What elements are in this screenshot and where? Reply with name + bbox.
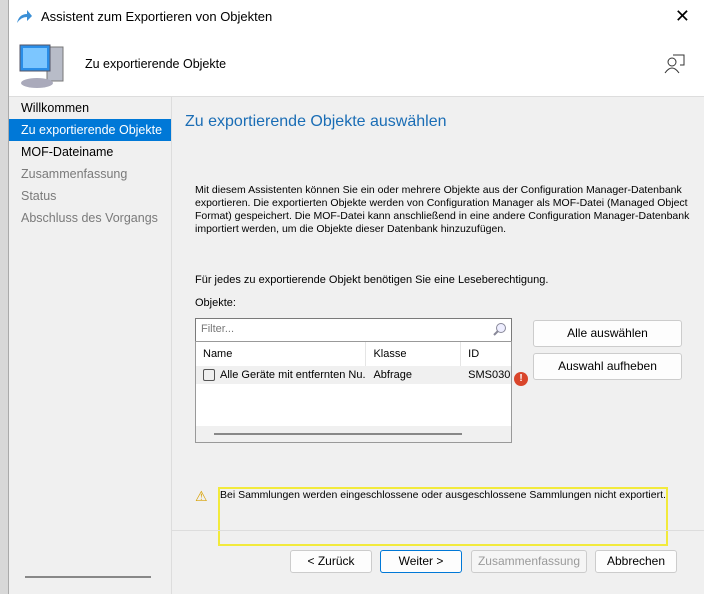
column-header-name[interactable]: Name <box>196 342 367 366</box>
nav-item-mof[interactable]: MOF-Dateiname <box>9 141 171 163</box>
warning-icon: ⚠ <box>195 488 208 504</box>
row-id: SMS030 <box>468 369 511 381</box>
nav-divider <box>171 97 172 594</box>
nav-item-willkommen[interactable]: Willkommen <box>9 97 171 119</box>
select-all-button[interactable]: Alle auswählen <box>533 320 682 347</box>
nav-item-status: Status <box>21 189 57 203</box>
cancel-button[interactable]: Abbrechen <box>595 550 677 573</box>
footer-divider <box>172 530 704 531</box>
wizard-arrow-icon <box>17 9 32 23</box>
error-icon: ! <box>514 372 528 386</box>
scrollbar-thumb[interactable] <box>214 433 462 435</box>
highlight-box <box>218 487 668 546</box>
objects-label: Objekte: <box>195 297 236 309</box>
feedback-user-icon[interactable] <box>664 53 686 75</box>
list-header: Name Klasse ID <box>196 342 511 366</box>
nav-item-summary: Zusammenfassung <box>21 167 128 181</box>
title-bar: Assistent zum Exportieren von Objekten ✕ <box>9 0 704 33</box>
wizard-nav: Willkommen Zu exportierende Objekte MOF-… <box>9 97 171 594</box>
filter-input[interactable]: Filter... <box>195 318 512 341</box>
nav-item-completion: Abschluss des Vorgangs <box>21 211 158 225</box>
nav-scrollbar[interactable] <box>25 576 151 578</box>
export-wizard-window: Assistent zum Exportieren von Objekten ✕… <box>8 0 704 594</box>
list-item[interactable]: Alle Geräte mit entfernten Nu... Abfrage… <box>196 366 511 384</box>
deselect-button[interactable]: Auswahl aufheben <box>533 353 682 380</box>
page-heading: Zu exportierende Objekte auswählen <box>185 113 447 130</box>
permission-note: Für jedes zu exportierende Objekt benöti… <box>195 274 549 286</box>
row-class: Abfrage <box>373 369 412 381</box>
summary-button: Zusammenfassung <box>471 550 587 573</box>
row-checkbox[interactable] <box>203 369 215 382</box>
row-name: Alle Geräte mit entfernten Nu... <box>220 369 367 381</box>
close-button[interactable]: ✕ <box>675 6 690 27</box>
search-icon[interactable] <box>493 322 507 336</box>
wizard-header: Zu exportierende Objekte <box>9 33 704 97</box>
filter-placeholder: Filter... <box>201 323 235 335</box>
back-button[interactable]: < Zurück <box>290 550 372 573</box>
column-header-class[interactable]: Klasse <box>366 342 462 366</box>
next-button[interactable]: Weiter > <box>380 550 462 573</box>
computer-icon <box>19 44 64 88</box>
header-title: Zu exportierende Objekte <box>85 57 227 71</box>
nav-item-objects[interactable]: Zu exportierende Objekte <box>9 119 171 141</box>
description-text: Mit diesem Assistenten können Sie ein od… <box>195 184 690 235</box>
objects-list[interactable]: Name Klasse ID Alle Geräte mit entfernte… <box>195 341 512 443</box>
column-header-id[interactable]: ID <box>461 342 511 366</box>
window-title: Assistent zum Exportieren von Objekten <box>41 9 273 24</box>
horizontal-scrollbar[interactable] <box>196 426 511 442</box>
